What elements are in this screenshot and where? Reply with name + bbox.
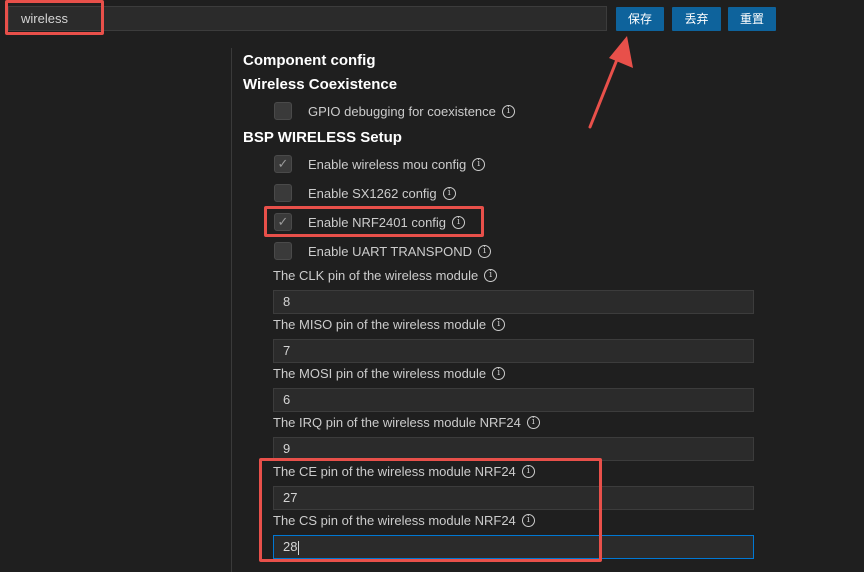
checkbox-label: GPIO debugging for coexistence i	[308, 104, 515, 119]
field-value: 7	[283, 343, 291, 358]
discard-button[interactable]: 丢弃	[672, 7, 721, 31]
check-icon: ✓	[277, 156, 289, 171]
field-value: 8	[283, 294, 291, 309]
annotation-arrow	[588, 36, 633, 129]
info-icon[interactable]: i	[492, 367, 506, 381]
checkbox-enable-sx1262[interactable]	[274, 184, 292, 202]
section-heading-wireless-coexistence: Wireless Coexistence	[243, 76, 398, 93]
tree-divider	[231, 48, 232, 572]
field-label-miso-pin: The MISO pin of the wireless module i	[273, 317, 506, 332]
info-icon[interactable]: i	[492, 318, 506, 332]
checkbox-enable-nrf2401[interactable]: ✓	[274, 213, 292, 231]
field-value: 9	[283, 441, 291, 456]
info-icon[interactable]: i	[526, 416, 540, 430]
field-value: 27	[283, 490, 298, 505]
field-value: 28	[283, 539, 298, 554]
text-caret	[298, 540, 300, 555]
field-label-mosi-pin: The MOSI pin of the wireless module i	[273, 366, 506, 381]
field-value: 6	[283, 392, 291, 407]
info-icon[interactable]: i	[442, 187, 456, 201]
search-input[interactable]: wireless	[8, 6, 607, 31]
section-heading-component-config: Component config	[243, 52, 376, 69]
search-input-value: wireless	[21, 11, 68, 26]
checkbox-label: Enable NRF2401 config i	[308, 215, 466, 230]
miso-pin-input[interactable]: 7	[273, 339, 754, 363]
mosi-pin-input[interactable]: 6	[273, 388, 754, 412]
info-icon[interactable]: i	[484, 269, 498, 283]
reset-button[interactable]: 重置	[728, 7, 776, 31]
checkbox-enable-wireless-mou[interactable]: ✓	[274, 155, 292, 173]
checkbox-label: Enable UART TRANSPOND i	[308, 244, 492, 259]
field-label-cs-pin: The CS pin of the wireless module NRF24 i	[273, 513, 535, 528]
field-label-clk-pin: The CLK pin of the wireless module i	[273, 268, 498, 283]
checkbox-label: Enable SX1262 config i	[308, 186, 456, 201]
checkbox-enable-uart-transpond[interactable]	[274, 242, 292, 260]
info-icon[interactable]: i	[521, 514, 535, 528]
clk-pin-input[interactable]: 8	[273, 290, 754, 314]
ce-pin-input[interactable]: 27	[273, 486, 754, 510]
info-icon[interactable]: i	[452, 216, 466, 230]
irq-pin-input[interactable]: 9	[273, 437, 754, 461]
checkbox-gpio-debugging[interactable]	[274, 102, 292, 120]
check-icon: ✓	[277, 214, 289, 229]
info-icon[interactable]: i	[521, 465, 535, 479]
field-label-ce-pin: The CE pin of the wireless module NRF24 i	[273, 464, 535, 479]
cs-pin-input[interactable]: 28	[273, 535, 754, 559]
info-icon[interactable]: i	[501, 105, 515, 119]
field-label-irq-pin: The IRQ pin of the wireless module NRF24…	[273, 415, 540, 430]
info-icon[interactable]: i	[478, 245, 492, 259]
save-button[interactable]: 保存	[616, 7, 664, 31]
info-icon[interactable]: i	[472, 158, 486, 172]
section-heading-bsp-wireless-setup: BSP WIRELESS Setup	[243, 129, 402, 146]
checkbox-label: Enable wireless mou config i	[308, 157, 486, 172]
